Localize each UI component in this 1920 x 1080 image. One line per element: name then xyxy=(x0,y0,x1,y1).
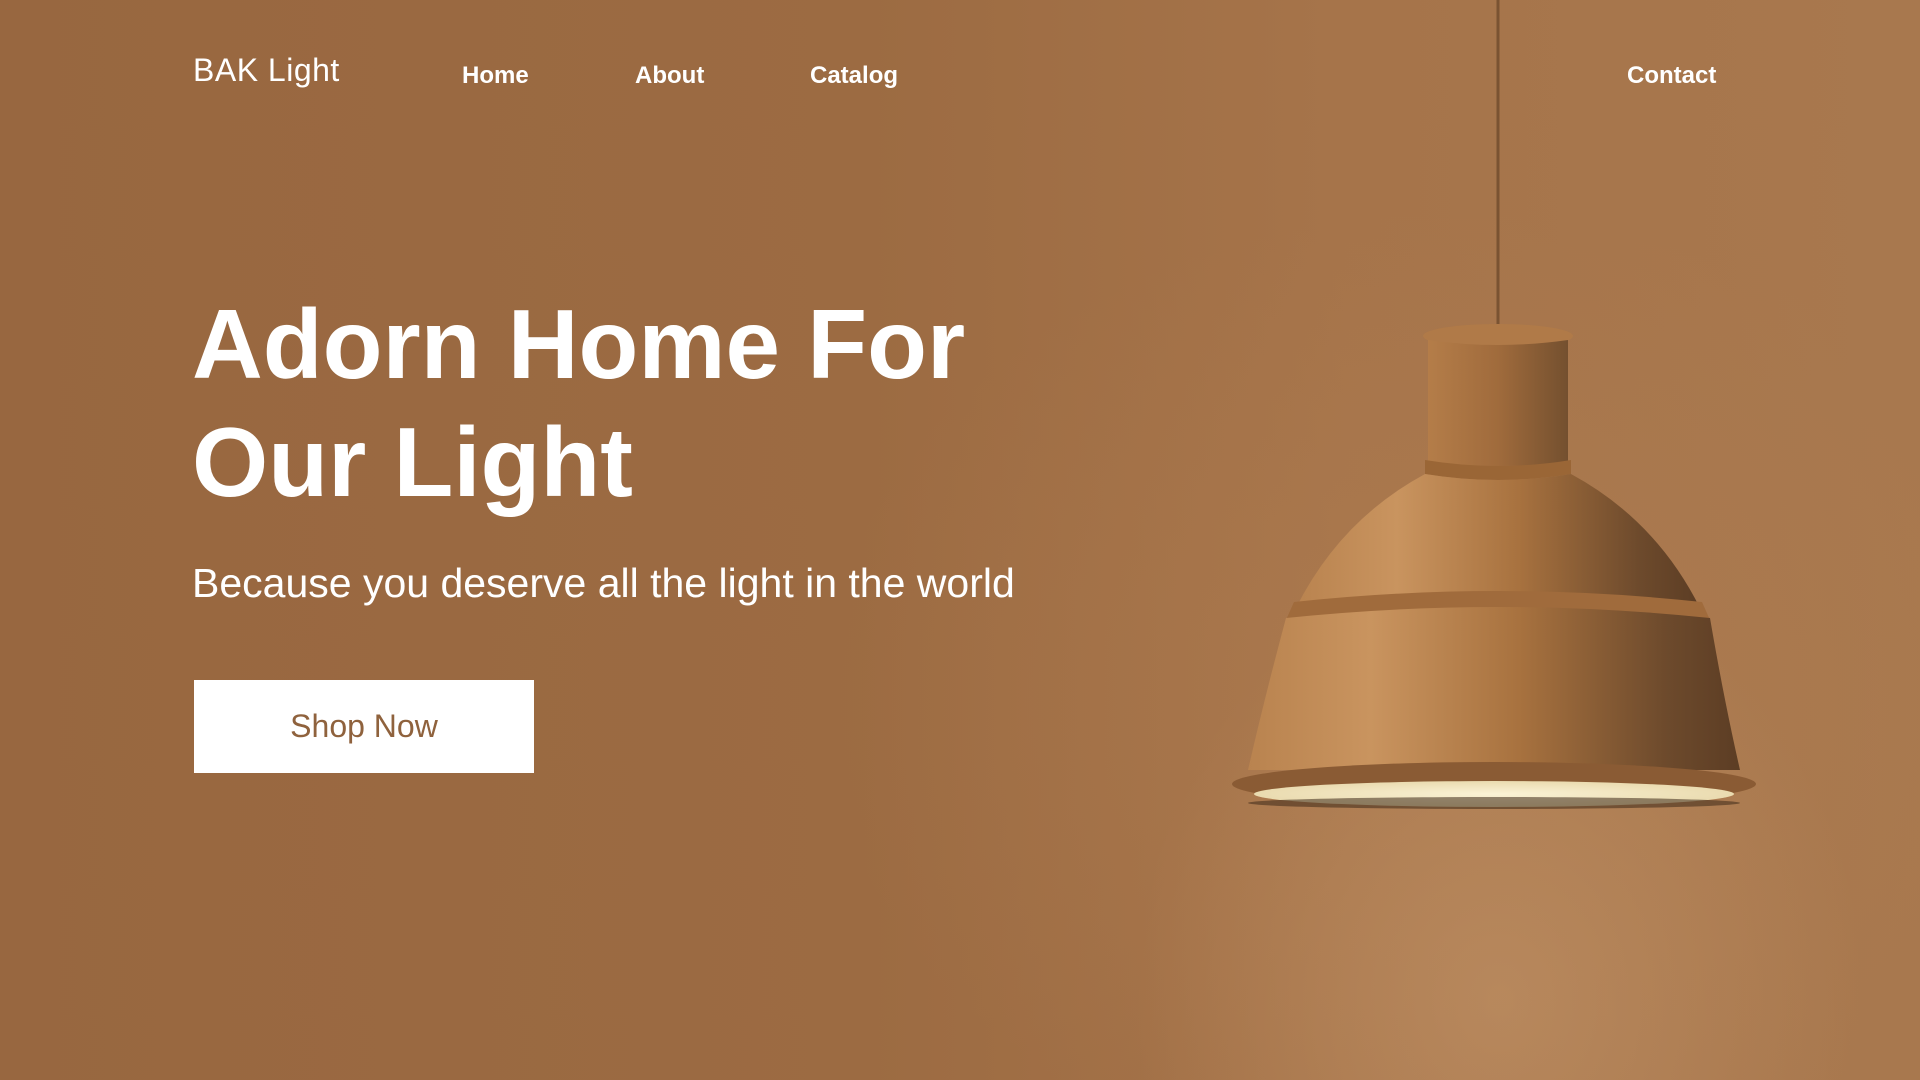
hero-subtitle: Because you deserve all the light in the… xyxy=(192,560,1015,606)
brand-logo[interactable]: BAK Light xyxy=(193,52,340,89)
lamp-neck xyxy=(1428,340,1568,466)
shop-now-button[interactable]: Shop Now xyxy=(194,680,534,773)
nav-link-catalog[interactable]: Catalog xyxy=(810,62,898,90)
hero-title-line-2: Our Light xyxy=(192,407,633,517)
nav-link-about[interactable]: About xyxy=(635,62,704,90)
lamp-rim-shadow xyxy=(1248,797,1740,809)
hero-title: Adorn Home For Our Light xyxy=(192,285,1092,521)
pendant-lamp-image xyxy=(1232,0,1756,809)
lamp-shade-lower xyxy=(1248,607,1740,770)
hero-title-line-1: Adorn Home For xyxy=(192,289,966,399)
lamp-shade-upper xyxy=(1296,474,1700,608)
nav-link-home[interactable]: Home xyxy=(462,62,529,90)
